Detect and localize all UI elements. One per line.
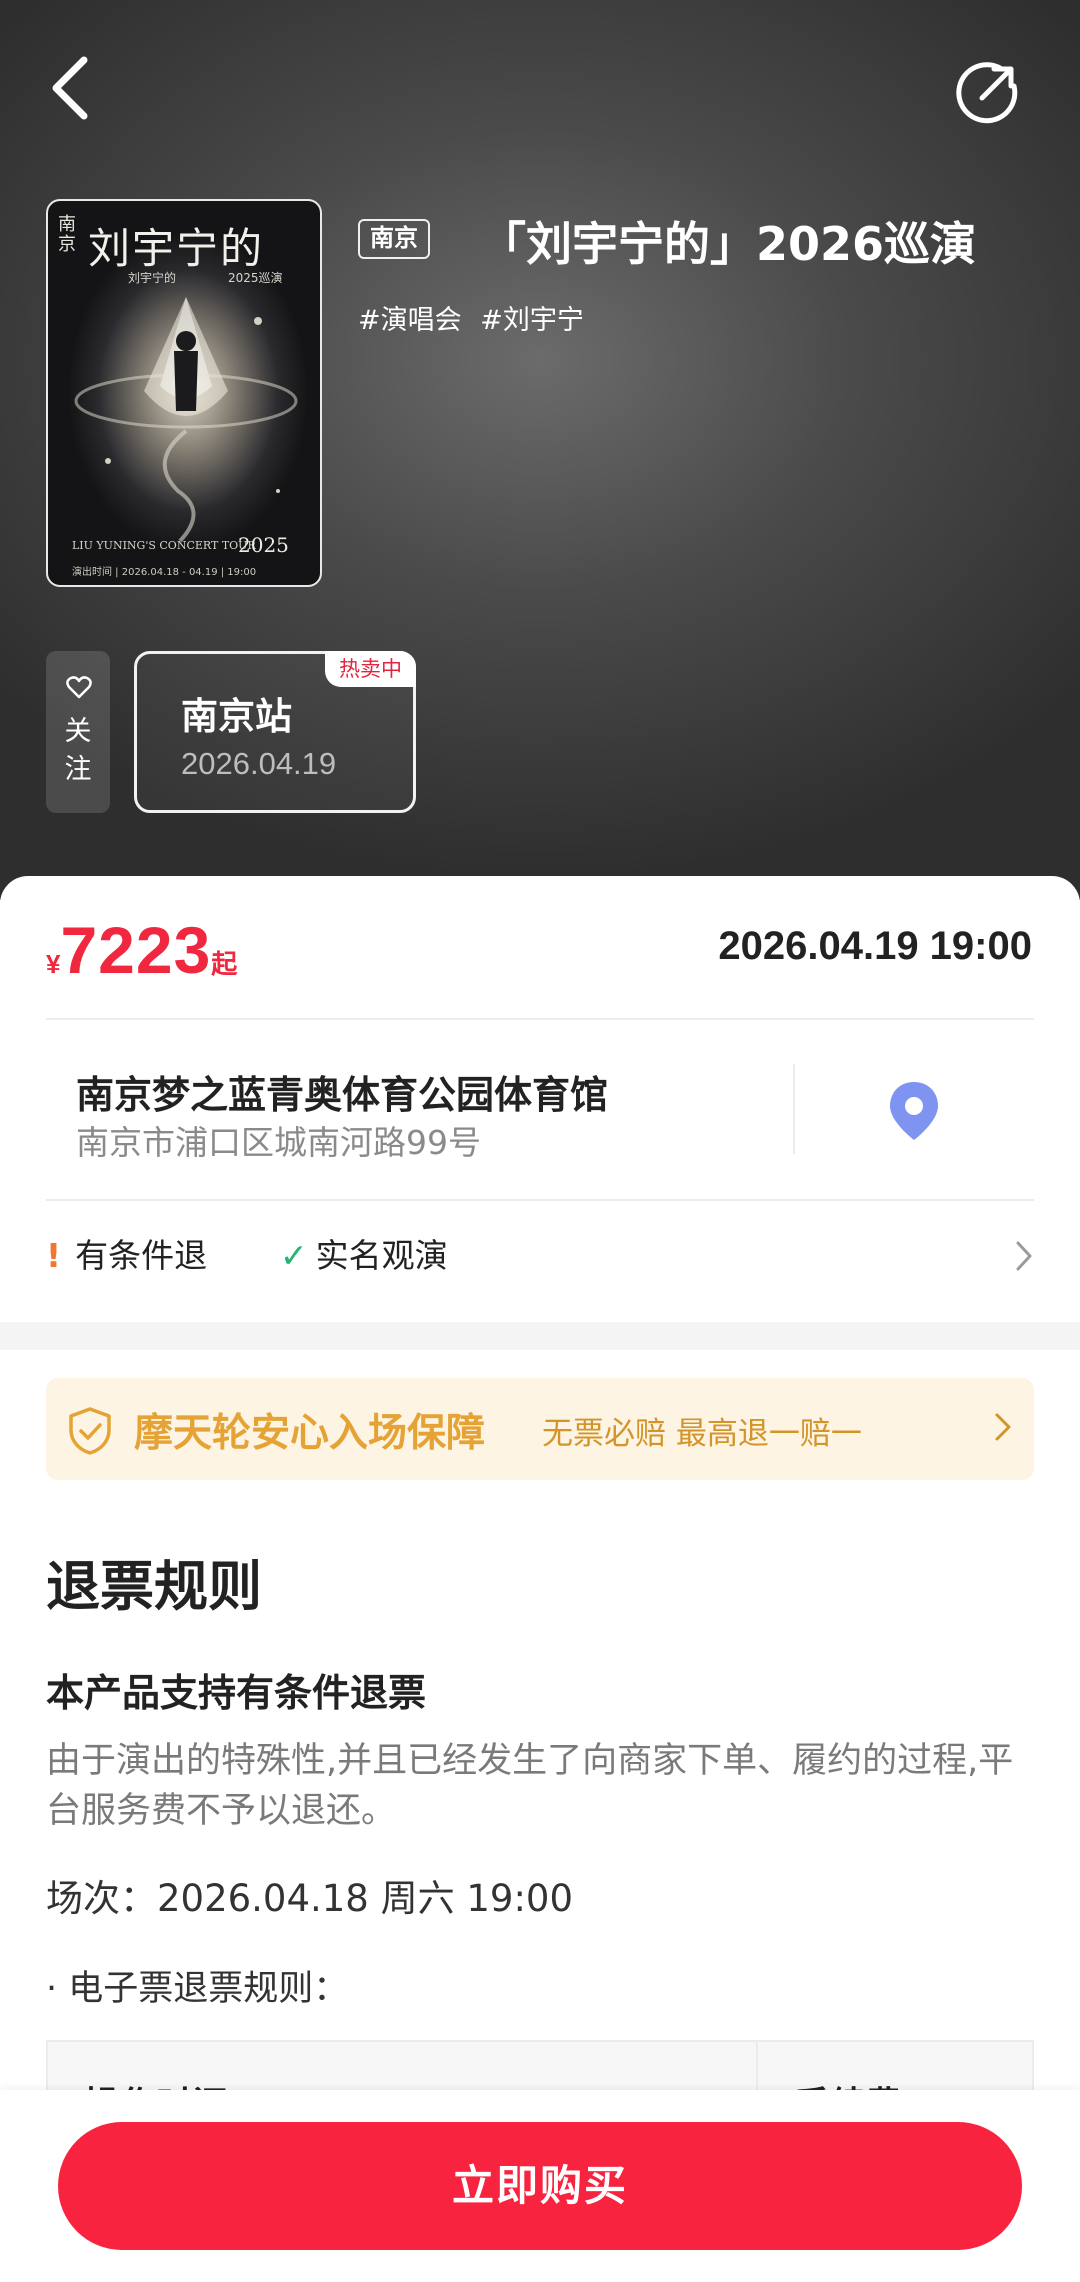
divider (46, 1199, 1034, 1201)
conditional-refund: ! 有条件退 (46, 1236, 208, 1275)
buy-now-button[interactable]: 立即购买 (58, 2122, 1022, 2250)
price-currency: ¥ (46, 949, 61, 979)
shield-icon (69, 1407, 111, 1455)
poster-year: 2025 (238, 533, 289, 557)
show-datetime: 2026.04.19 19:00 (718, 924, 1032, 968)
guarantee-title: 摩天轮安心入场保障 (134, 1411, 486, 1456)
share-icon (956, 62, 1018, 124)
divider (793, 1064, 795, 1154)
refund-rules-description: 由于演出的特殊性,并且已经发生了向商家下单、履约的过程,平台服务费不予以退还。 (46, 1741, 1014, 1831)
price-amount: 7223 (60, 913, 212, 987)
bottom-action-bar: 立即购买 (0, 2090, 1080, 2282)
venue-address[interactable]: 南京市浦口区城南河路99号 (76, 1116, 481, 1164)
poster-date: 演出时间 | 2026.04.18 - 04.19 | 19:00 (72, 567, 257, 578)
show-poster[interactable]: 南京 刘宇宁的 刘宇宁的 2025巡演 LIU YUNING'S CONCERT… (46, 199, 322, 587)
poster-city: 南京 (58, 214, 76, 255)
share-button[interactable] (956, 60, 1020, 124)
tag-concert[interactable]: #演唱会 (358, 305, 462, 336)
session-card-nanjing[interactable]: 热卖中 南京站 2026.04.19 (134, 651, 416, 813)
chevron-right-icon (1016, 1241, 1032, 1271)
section-gap (0, 1322, 1080, 1350)
session-date: 2026.04.19 (181, 746, 337, 781)
map-button[interactable] (886, 1080, 942, 1146)
poster-year-small: 2025巡演 (228, 271, 283, 285)
back-button[interactable] (44, 52, 100, 124)
map-pin-icon (890, 1082, 938, 1140)
refund-rules-session: 场次：2026.04.18 周六 19:00 (46, 1877, 573, 1920)
venue-name[interactable]: 南京梦之蓝青奥体育公园体育馆 (76, 1064, 608, 1119)
poster-tour-line: LIU YUNING'S CONCERT TOUR (72, 539, 256, 552)
follow-label: 关 注 (64, 716, 92, 785)
session-name: 南京站 (181, 695, 292, 738)
chevron-right-icon (995, 1413, 1011, 1441)
poster-subtitle: 刘宇宁的 (128, 271, 177, 285)
follow-button[interactable]: 关 注 (46, 651, 110, 813)
info-card: ¥7223起 2026.04.19 19:00 南京梦之蓝青奥体育公园体育馆 南… (0, 876, 1080, 1322)
refund-rules-subtitle: 本产品支持有条件退票 (46, 1671, 427, 1715)
guarantee-subtitle: 无票必赔 最高退一赔一 (542, 1416, 862, 1452)
exclamation-icon: ! (46, 1236, 62, 1275)
ticket-rules-row[interactable]: ! 有条件退 ✓ 实名观演 (46, 1228, 1034, 1284)
tag-artist[interactable]: #刘宇宁 (480, 305, 584, 336)
hot-selling-badge: 热卖中 (325, 651, 416, 687)
refund-rules-title: 退票规则 (46, 1555, 262, 1618)
price-suffix: 起 (211, 949, 238, 979)
show-title: 「刘宇宁的」2026巡演 (480, 217, 977, 271)
eticket-refund-heading: · 电子票退票规则： (46, 1969, 349, 2009)
chevron-left-icon (52, 56, 88, 120)
show-tags: #演唱会 #刘宇宁 (358, 298, 594, 337)
divider (46, 1018, 1034, 1020)
real-name-entry: ✓ 实名观演 (280, 1236, 448, 1275)
check-icon: ✓ (280, 1236, 308, 1275)
guarantee-banner[interactable]: 摩天轮安心入场保障 无票必赔 最高退一赔一 (46, 1378, 1034, 1480)
poster-title: 刘宇宁的 (88, 224, 265, 273)
price: ¥7223起 (46, 912, 237, 988)
city-tag: 南京 (358, 219, 430, 259)
hero-header: 南京 刘宇宁的 刘宇宁的 2025巡演 LIU YUNING'S CONCERT… (0, 0, 1080, 900)
heart-icon (66, 676, 92, 699)
